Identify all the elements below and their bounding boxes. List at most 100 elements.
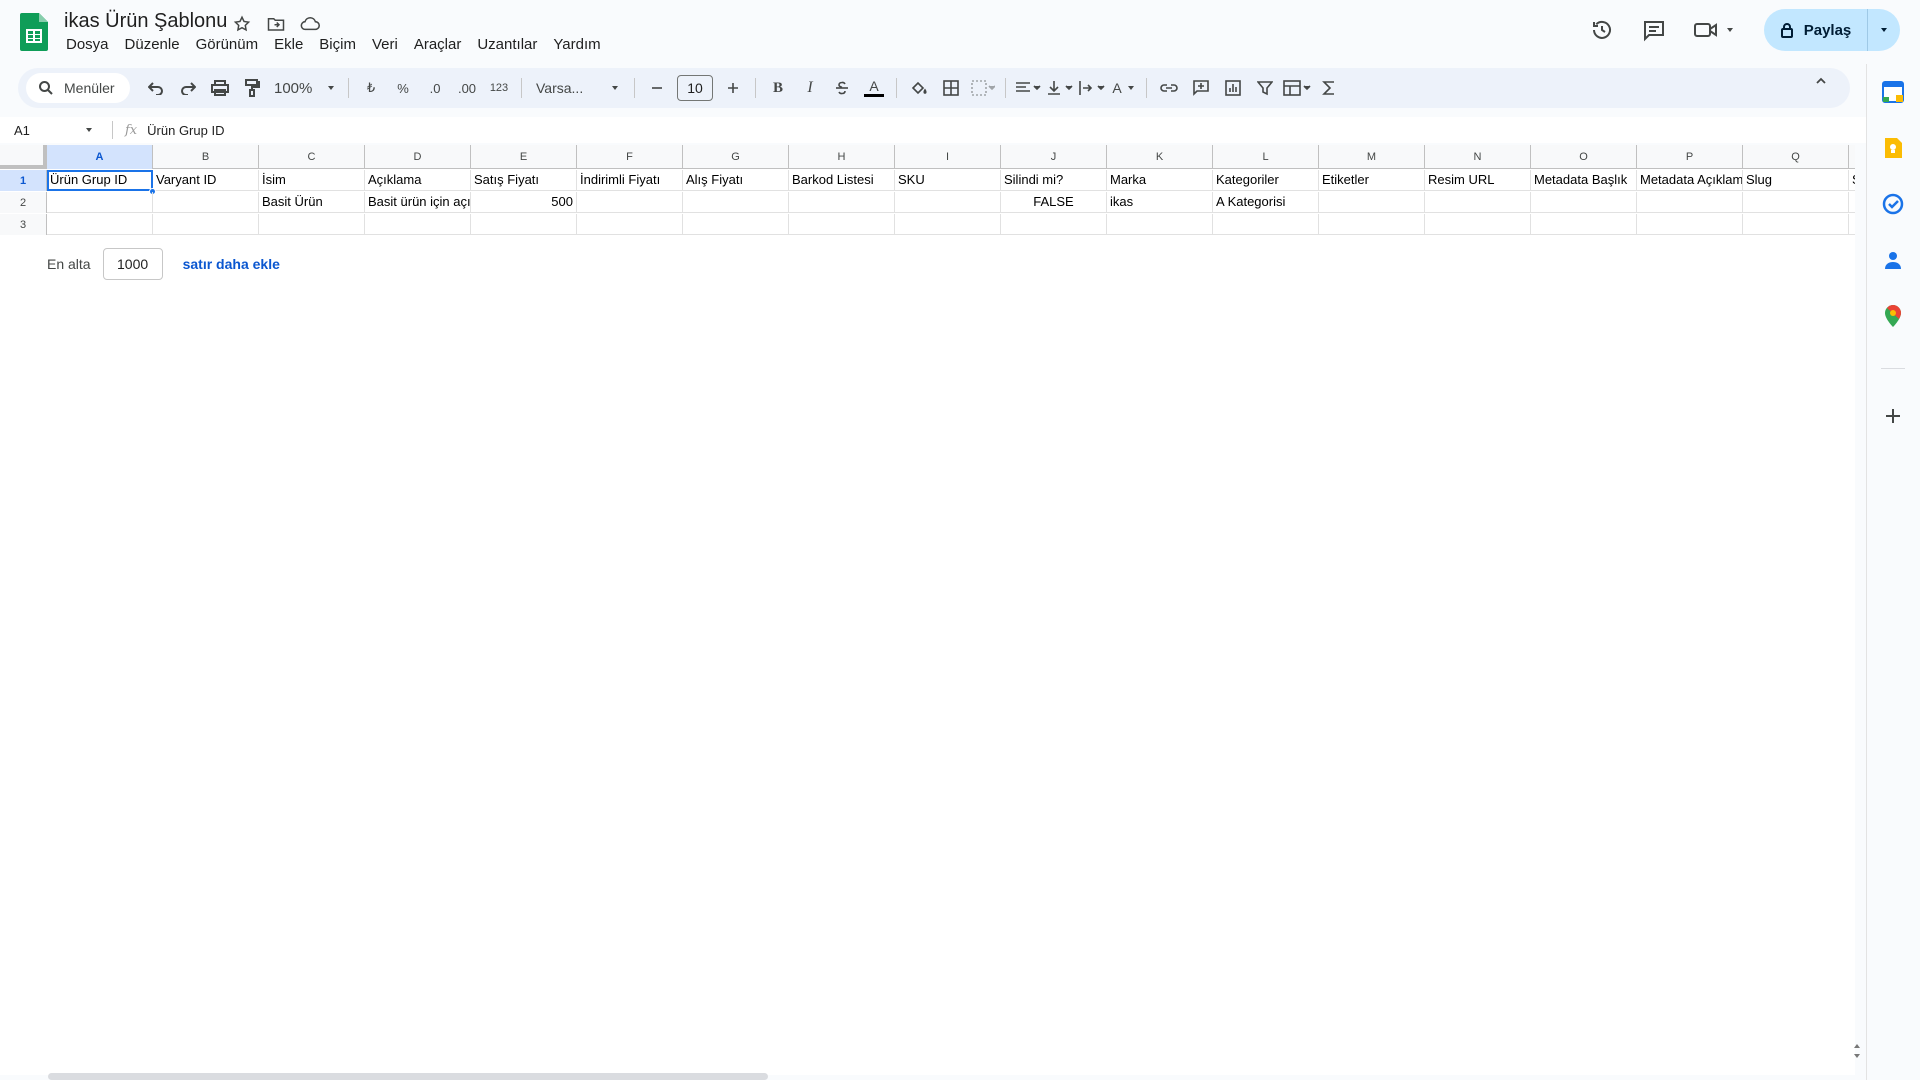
cell[interactable]: İsim: [259, 170, 365, 191]
paint-format-icon[interactable]: [238, 74, 266, 102]
calendar-icon[interactable]: [1879, 78, 1907, 106]
currency-format-button[interactable]: ₺: [357, 74, 385, 102]
horizontal-align-icon[interactable]: [1014, 74, 1042, 102]
column-header[interactable]: P: [1637, 145, 1743, 169]
cell[interactable]: Alış Fiyatı: [683, 170, 789, 191]
column-header[interactable]: L: [1213, 145, 1319, 169]
cell[interactable]: [365, 214, 471, 235]
cell[interactable]: Basit Ürün: [259, 192, 365, 213]
cell[interactable]: Resim URL: [1425, 170, 1531, 191]
column-header-partial[interactable]: [1849, 145, 1855, 169]
add-rows-count-input[interactable]: 1000: [102, 248, 163, 280]
add-rows-link[interactable]: satır daha ekle: [183, 256, 280, 272]
filter-icon[interactable]: [1251, 74, 1279, 102]
cell[interactable]: [577, 192, 683, 213]
cell[interactable]: [47, 192, 153, 213]
share-button[interactable]: Paylaş: [1764, 9, 1868, 51]
cell[interactable]: Basit ürün için açıklama: [365, 192, 471, 213]
cell[interactable]: [1637, 192, 1743, 213]
merge-cells-icon[interactable]: [969, 74, 997, 102]
row-header[interactable]: 2: [0, 192, 47, 213]
cell[interactable]: Marka: [1107, 170, 1213, 191]
menu-help[interactable]: Yardım: [545, 35, 608, 55]
decrease-decimal-button[interactable]: .0: [421, 74, 449, 102]
cell[interactable]: [683, 192, 789, 213]
cell[interactable]: [895, 192, 1001, 213]
cell[interactable]: Etiketler: [1319, 170, 1425, 191]
cell[interactable]: [1743, 192, 1849, 213]
cell-a1[interactable]: Ürün Grup ID: [47, 170, 156, 195]
cell[interactable]: Metadata Açıklama: [1637, 170, 1743, 191]
cell-overflow[interactable]: S: [1849, 170, 1855, 191]
cell[interactable]: [153, 192, 259, 213]
name-box[interactable]: A1: [0, 119, 100, 141]
cell[interactable]: [789, 214, 895, 235]
vertical-align-icon[interactable]: [1046, 74, 1074, 102]
menu-tools[interactable]: Araçlar: [406, 35, 470, 55]
menu-data[interactable]: Veri: [364, 35, 406, 55]
insert-link-icon[interactable]: [1155, 74, 1183, 102]
tasks-icon[interactable]: [1879, 190, 1907, 218]
document-title[interactable]: ikas Ürün Şablonu: [64, 10, 227, 33]
contacts-icon[interactable]: [1879, 246, 1907, 274]
functions-icon[interactable]: [1315, 74, 1343, 102]
select-all-corner[interactable]: [0, 145, 47, 169]
column-header[interactable]: M: [1319, 145, 1425, 169]
sheets-logo-icon[interactable]: [20, 13, 48, 51]
cell[interactable]: İndirimli Fiyatı: [577, 170, 683, 191]
menu-file[interactable]: Dosya: [58, 35, 117, 55]
cell[interactable]: [259, 214, 365, 235]
column-header[interactable]: Q: [1743, 145, 1849, 169]
zoom-select[interactable]: 100%: [270, 74, 340, 102]
version-history-icon[interactable]: [1582, 10, 1622, 50]
cell[interactable]: [153, 214, 259, 235]
column-header[interactable]: J: [1001, 145, 1107, 169]
cell[interactable]: [1001, 214, 1107, 235]
column-header[interactable]: N: [1425, 145, 1531, 169]
font-family-select[interactable]: Varsa...: [530, 74, 626, 102]
insert-chart-icon[interactable]: [1219, 74, 1247, 102]
cell[interactable]: [1213, 214, 1319, 235]
meet-button[interactable]: [1686, 10, 1742, 50]
print-icon[interactable]: [206, 74, 234, 102]
text-wrap-icon[interactable]: [1078, 74, 1106, 102]
undo-icon[interactable]: [142, 74, 170, 102]
column-header[interactable]: K: [1107, 145, 1213, 169]
cell[interactable]: [683, 214, 789, 235]
menu-format[interactable]: Biçim: [311, 35, 364, 55]
column-header[interactable]: G: [683, 145, 789, 169]
insert-comment-icon[interactable]: [1187, 74, 1215, 102]
menu-search[interactable]: Menüler: [26, 73, 130, 103]
redo-icon[interactable]: [174, 74, 202, 102]
cloud-saved-icon[interactable]: [298, 12, 322, 36]
cell[interactable]: SKU: [895, 170, 1001, 191]
cell[interactable]: FALSE: [1001, 192, 1107, 213]
cell[interactable]: Silindi mi?: [1001, 170, 1107, 191]
text-rotation-button[interactable]: A: [1110, 74, 1138, 102]
horizontal-scrollbar[interactable]: [48, 1073, 768, 1080]
plus-icon[interactable]: [719, 74, 747, 102]
column-header[interactable]: A: [47, 145, 153, 169]
column-header[interactable]: O: [1531, 145, 1637, 169]
borders-icon[interactable]: [937, 74, 965, 102]
filter-views-icon[interactable]: [1283, 74, 1311, 102]
row-header[interactable]: 3: [0, 214, 47, 235]
maps-icon[interactable]: [1879, 302, 1907, 330]
share-dropdown-button[interactable]: [1868, 9, 1900, 51]
cell[interactable]: [1531, 192, 1637, 213]
cell[interactable]: Metadata Başlık: [1531, 170, 1637, 191]
star-icon[interactable]: [230, 12, 254, 36]
menu-insert[interactable]: Ekle: [266, 35, 311, 55]
cell[interactable]: [1107, 214, 1213, 235]
fill-color-icon[interactable]: [905, 74, 933, 102]
vertical-scroll-arrows[interactable]: [1852, 1040, 1862, 1070]
minus-icon[interactable]: [643, 74, 671, 102]
cell[interactable]: [1425, 214, 1531, 235]
cell[interactable]: [895, 214, 1001, 235]
comments-icon[interactable]: [1634, 10, 1674, 50]
cell-overflow[interactable]: [1849, 214, 1855, 235]
percent-format-button[interactable]: %: [389, 74, 417, 102]
column-header[interactable]: C: [259, 145, 365, 169]
cell[interactable]: [1531, 214, 1637, 235]
menu-edit[interactable]: Düzenle: [117, 35, 188, 55]
